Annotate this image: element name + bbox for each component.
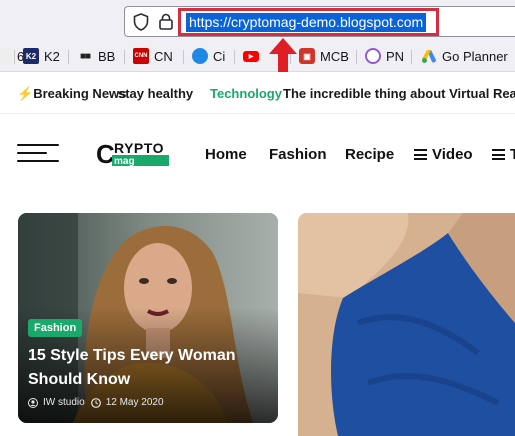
ticker-headline-2[interactable]: The incredible thing about Virtual Reali… (283, 86, 515, 101)
bookmark-label: CN (154, 48, 173, 64)
bookmark-cn[interactable]: CNN CN (133, 47, 173, 65)
clock-icon (90, 397, 101, 408)
lock-icon[interactable] (159, 13, 173, 30)
ticker-headline-1[interactable]: stay healthy (118, 86, 193, 101)
article-meta: IW studio 12 May 2020 (28, 397, 164, 408)
author-name[interactable]: IW studio (43, 397, 85, 408)
ci-favicon-icon (192, 48, 208, 64)
k2-favicon-icon: K2 (23, 48, 39, 64)
bookmark-mcb[interactable]: ▣ MCB (299, 47, 349, 65)
nav-fashion[interactable]: Fashion (269, 146, 327, 163)
nav-video[interactable]: Video (414, 146, 473, 163)
bookmark-6[interactable]: 6 (0, 47, 24, 65)
nav-technology-label: T (510, 146, 515, 163)
bookmark-separator (411, 50, 412, 64)
bookmark-separator (234, 50, 235, 64)
bookmark-pn[interactable]: PN (365, 47, 404, 65)
bookmark-separator (356, 50, 357, 64)
bookmark-label: Go Planner (442, 48, 508, 64)
bookmark-k2[interactable]: K2 K2 (23, 47, 60, 65)
bolt-icon: ⚡ (17, 86, 34, 101)
logo-mag: mag (114, 156, 135, 167)
hamburger-menu-icon[interactable] (17, 144, 59, 164)
category-badge[interactable]: Fashion (28, 319, 83, 337)
featured-card-2[interactable] (298, 213, 515, 436)
cnn-favicon-icon: CNN (133, 48, 149, 64)
user-icon (28, 397, 38, 408)
nav-home[interactable]: Home (205, 146, 247, 163)
featured-photo-2 (298, 213, 515, 436)
bookmark-ci[interactable]: Ci (192, 47, 225, 65)
bookmark-favicon-icon (0, 48, 12, 64)
mcb-favicon-icon: ▣ (299, 48, 315, 64)
nav-technology[interactable]: T (492, 146, 515, 163)
breaking-news-text: Breaking News (33, 86, 127, 101)
bookmarks-toolbar: 6 K2 K2 ■■ BB CNN CN Ci ▶ ▣ MCB PN Go Pl… (0, 40, 515, 72)
menu-lines-icon (492, 149, 505, 160)
bookmark-label: BB (98, 48, 116, 64)
bookmark-separator (68, 50, 69, 64)
bookmark-label: K2 (44, 48, 60, 64)
nav-recipe[interactable]: Recipe (345, 146, 394, 163)
logo-crypto: RYPTO (114, 140, 164, 156)
ticker-category[interactable]: Technology (210, 86, 282, 101)
breaking-news-label: ⚡Breaking News (17, 86, 126, 102)
nav-video-label: Video (432, 146, 473, 163)
youtube-favicon-icon: ▶ (243, 50, 259, 62)
bookmark-go-planner[interactable]: Go Planner (421, 47, 508, 65)
tracking-protection-shield-icon[interactable] (133, 13, 149, 31)
bookmark-label: MCB (320, 48, 349, 64)
site-logo[interactable]: C RYPTO mag (96, 138, 172, 170)
bookmark-separator (14, 50, 15, 64)
publish-date: 12 May 2020 (105, 397, 164, 408)
article-title[interactable]: 15 Style Tips Every Woman Should Know (28, 344, 268, 392)
bookmark-label: Ci (213, 48, 226, 64)
menu-lines-icon (414, 149, 427, 160)
news-ticker: ⚡Breaking News stay healthy Technology T… (0, 72, 515, 114)
bookmark-separator (124, 50, 125, 64)
bookmark-youtube[interactable]: ▶ (243, 47, 264, 65)
pn-favicon-icon (365, 48, 381, 64)
bookmark-separator (183, 50, 184, 64)
bb-favicon-icon: ■■ (79, 50, 91, 62)
bookmark-bb[interactable]: ■■ BB (77, 47, 115, 65)
red-arrow-annotation (269, 38, 297, 74)
google-ads-favicon-icon (422, 50, 436, 63)
url-text[interactable]: https://cryptomag-demo.blogspot.com (186, 13, 427, 32)
bookmark-label: PN (386, 48, 405, 64)
